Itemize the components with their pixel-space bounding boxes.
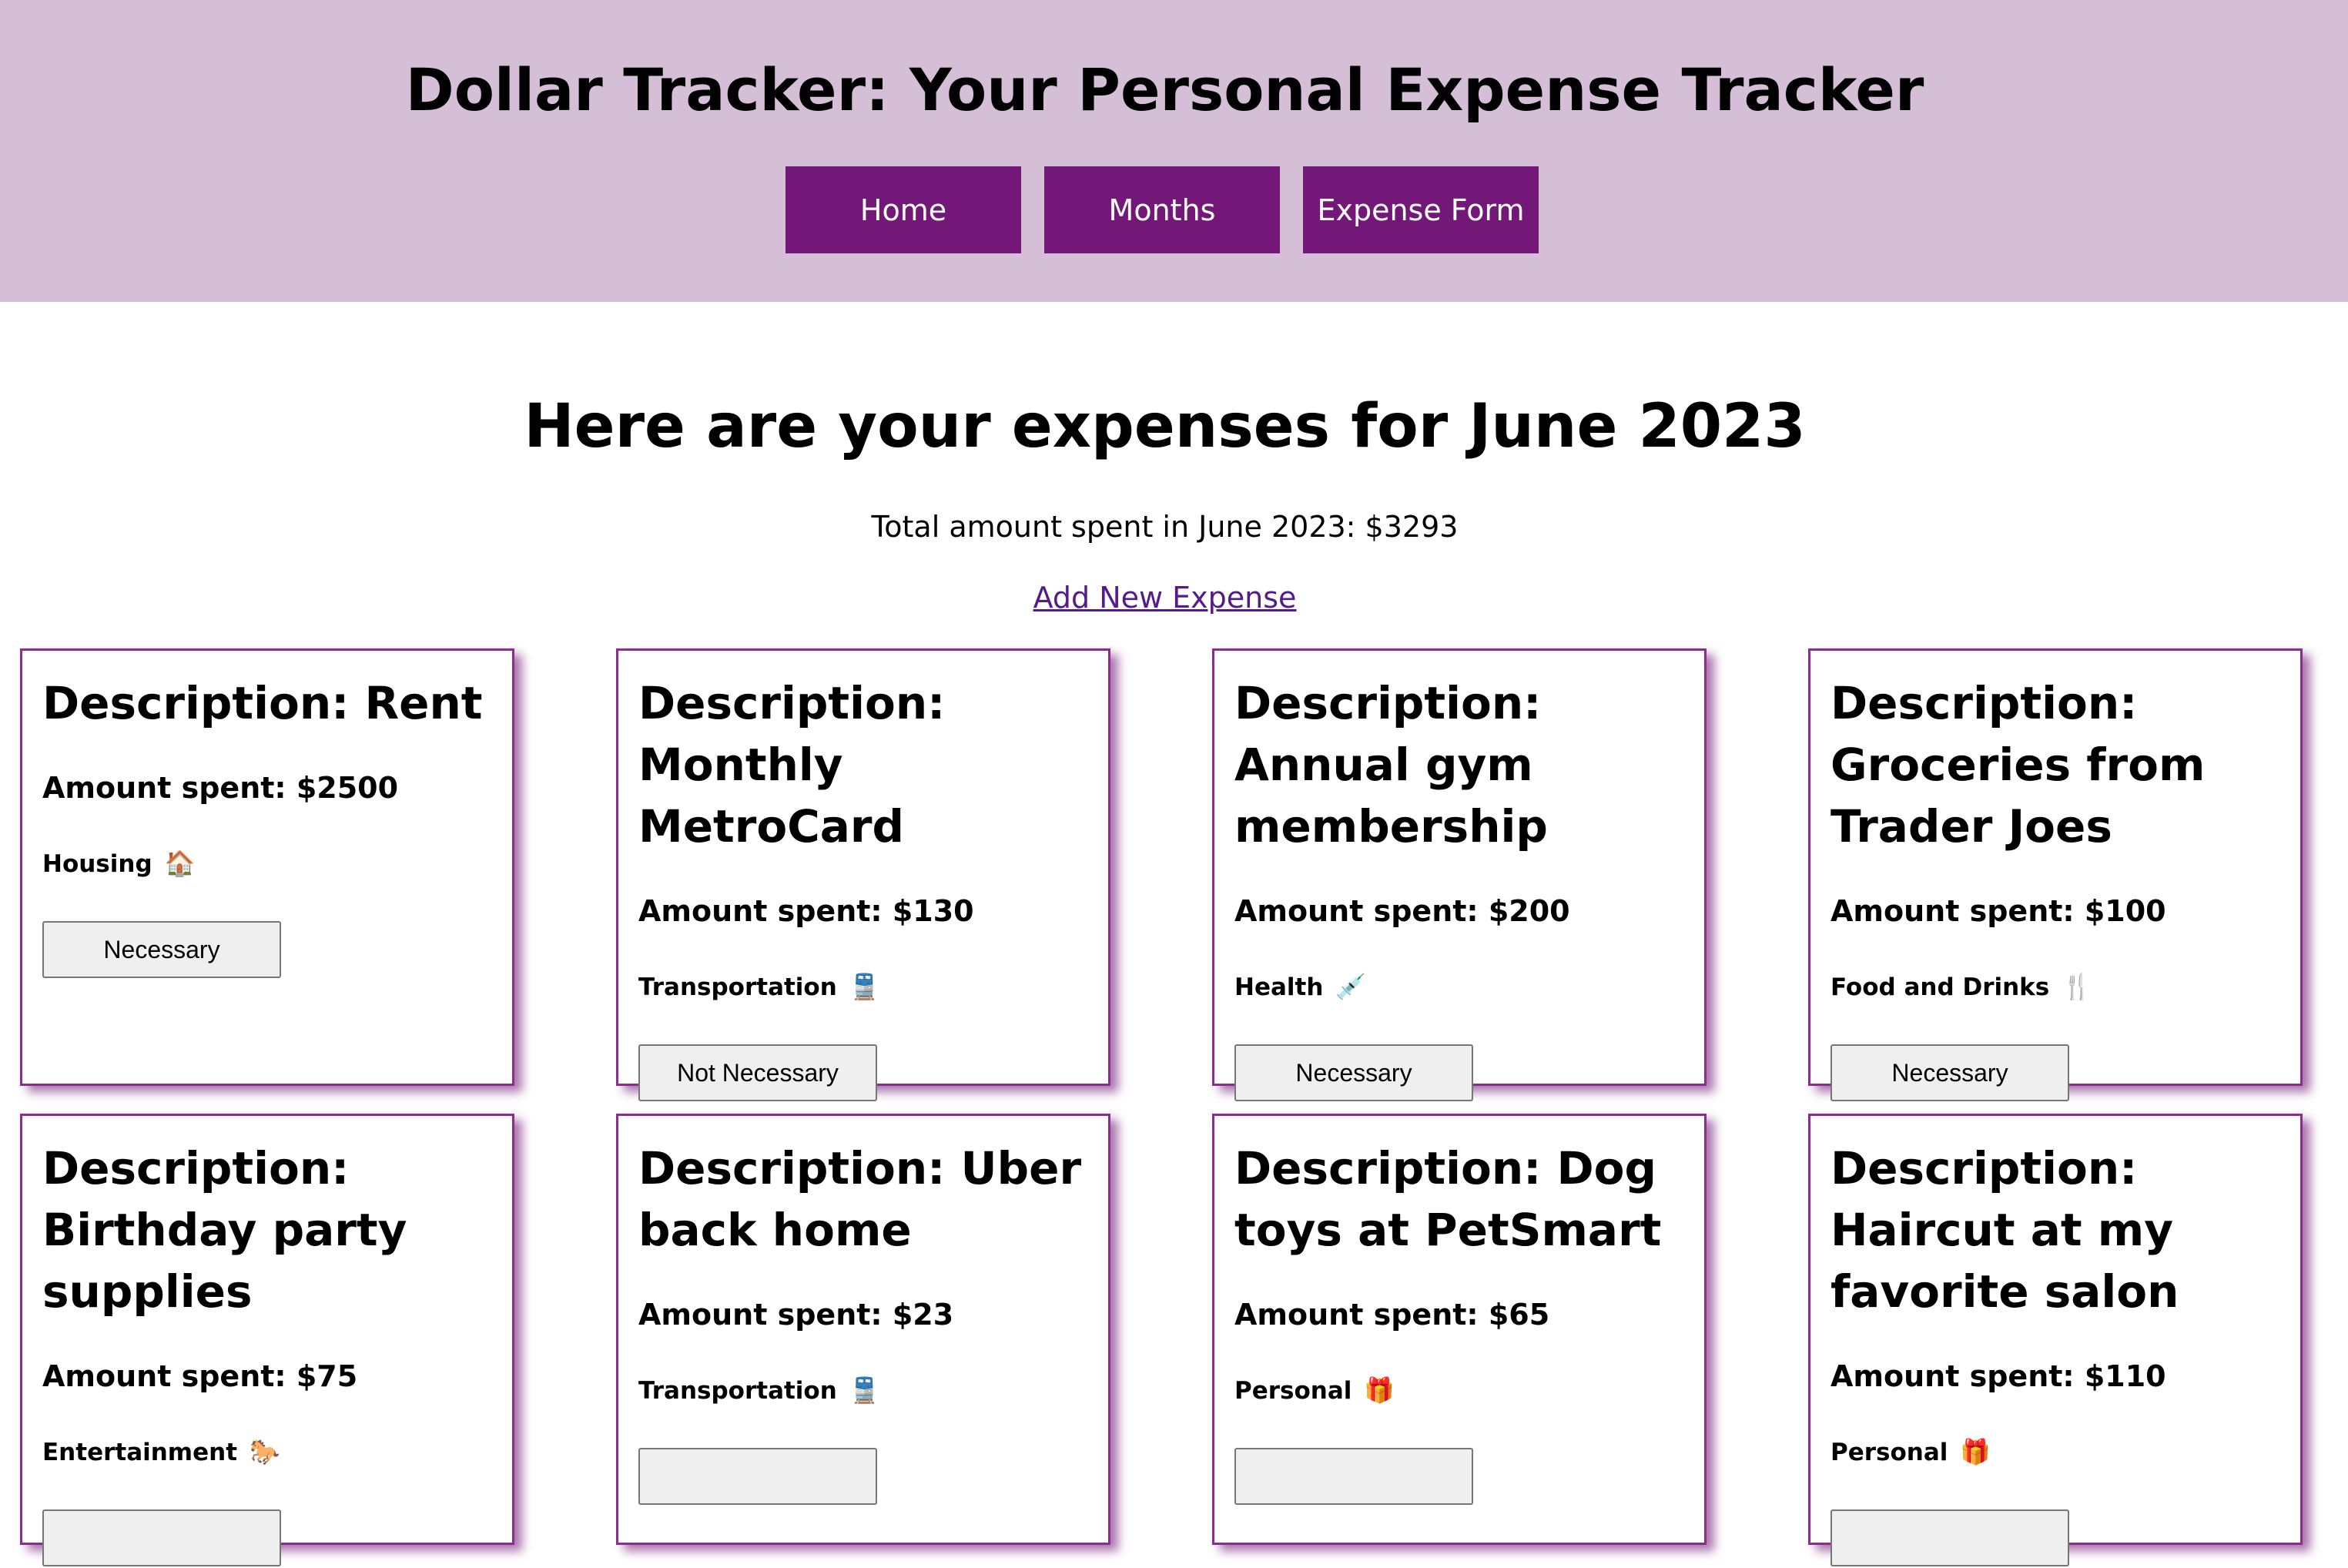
expense-card: Description: Rent Amount spent: $2500 Ho… <box>20 648 514 1086</box>
train-icon: 🚆 <box>849 1375 880 1405</box>
expense-description: Description: Rent <box>42 677 483 729</box>
category-label: Transportation <box>638 1377 837 1405</box>
expense-description: Description: Haircut at my favorite salo… <box>1831 1142 2179 1318</box>
expense-category: Transportation 🚆 <box>638 1372 1088 1409</box>
necessity-button[interactable]: Necessary <box>42 921 281 978</box>
fork-knife-icon: 🍴 <box>2062 972 2093 1001</box>
nav-months-button[interactable]: Months <box>1044 166 1280 253</box>
gift-icon: 🎁 <box>1960 1437 1991 1466</box>
expense-amount: Amount spent: $200 <box>1234 894 1570 928</box>
expense-amount: Amount spent: $110 <box>1831 1359 2166 1393</box>
expense-card: Description: Uber back home Amount spent… <box>616 1114 1110 1545</box>
expense-description: Description: Monthly MetroCard <box>638 677 946 853</box>
house-icon: 🏠 <box>164 849 196 878</box>
expense-amount: Amount spent: $23 <box>638 1298 954 1332</box>
expense-card: Description: Haircut at my favorite salo… <box>1808 1114 2303 1566</box>
expense-amount: Amount spent: $130 <box>638 894 974 928</box>
necessity-button[interactable] <box>42 1509 281 1566</box>
category-label: Transportation <box>638 973 837 1001</box>
nav-expense-form-button[interactable]: Expense Form <box>1303 166 1539 253</box>
syringe-icon: 💉 <box>1335 972 1367 1001</box>
expense-card: Description: Annual gym membership Amoun… <box>1212 648 1707 1101</box>
total-amount-text: Total amount spent in June 2023: $3293 <box>871 510 1459 544</box>
gift-icon: 🎁 <box>1364 1375 1395 1405</box>
necessity-button[interactable] <box>1831 1509 2069 1566</box>
necessity-button[interactable] <box>1234 1448 1473 1505</box>
main-nav: Home Months Expense Form <box>785 166 1539 253</box>
expense-description: Description: Birthday party supplies <box>42 1142 407 1318</box>
necessity-button[interactable]: Not Necessary <box>638 1044 877 1101</box>
category-label: Food and Drinks <box>1831 973 2050 1001</box>
expense-category: Transportation 🚆 <box>638 968 1088 1006</box>
page-heading: Here are your expenses for June 2023 <box>524 392 1806 461</box>
expense-card: Description: Birthday party supplies Amo… <box>20 1114 514 1566</box>
category-label: Personal <box>1234 1377 1352 1405</box>
site-header: Dollar Tracker: Your Personal Expense Tr… <box>0 0 2348 302</box>
expense-description: Description: Groceries from Trader Joes <box>1831 677 2206 853</box>
nav-home-button[interactable]: Home <box>785 166 1021 253</box>
expense-category: Housing 🏠 <box>42 845 492 883</box>
expense-category: Personal 🎁 <box>1234 1372 1684 1409</box>
expense-amount: Amount spent: $100 <box>1831 894 2166 928</box>
add-new-expense-link[interactable]: Add New Expense <box>1033 581 1297 615</box>
expense-description: Description: Uber back home <box>638 1142 1082 1256</box>
expense-card: Description: Dog toys at PetSmart Amount… <box>1212 1114 1707 1545</box>
expense-description: Description: Dog toys at PetSmart <box>1234 1142 1662 1256</box>
category-label: Health <box>1234 973 1324 1001</box>
expense-category: Personal 🎁 <box>1831 1433 2280 1471</box>
expense-description: Description: Annual gym membership <box>1234 677 1548 853</box>
expense-category: Entertainment 🐎 <box>42 1433 492 1471</box>
train-icon: 🚆 <box>849 972 880 1001</box>
expense-amount: Amount spent: $2500 <box>42 771 399 805</box>
necessity-button[interactable]: Necessary <box>1831 1044 2069 1101</box>
expense-card: Description: Monthly MetroCard Amount sp… <box>616 648 1110 1101</box>
expense-category: Food and Drinks 🍴 <box>1831 968 2280 1006</box>
category-label: Personal <box>1831 1439 1948 1466</box>
necessity-button[interactable] <box>638 1448 877 1505</box>
category-label: Housing <box>42 850 152 878</box>
expense-category: Health 💉 <box>1234 968 1684 1006</box>
expense-amount: Amount spent: $75 <box>42 1359 358 1393</box>
site-title: Dollar Tracker: Your Personal Expense Tr… <box>405 55 1924 124</box>
add-expense-container: Add New Expense <box>0 576 2330 619</box>
expense-card: Description: Groceries from Trader Joes … <box>1808 648 2303 1101</box>
horse-icon: 🐎 <box>250 1437 280 1466</box>
expense-amount: Amount spent: $65 <box>1234 1298 1550 1332</box>
category-label: Entertainment <box>42 1439 238 1466</box>
necessity-button[interactable]: Necessary <box>1234 1044 1473 1101</box>
